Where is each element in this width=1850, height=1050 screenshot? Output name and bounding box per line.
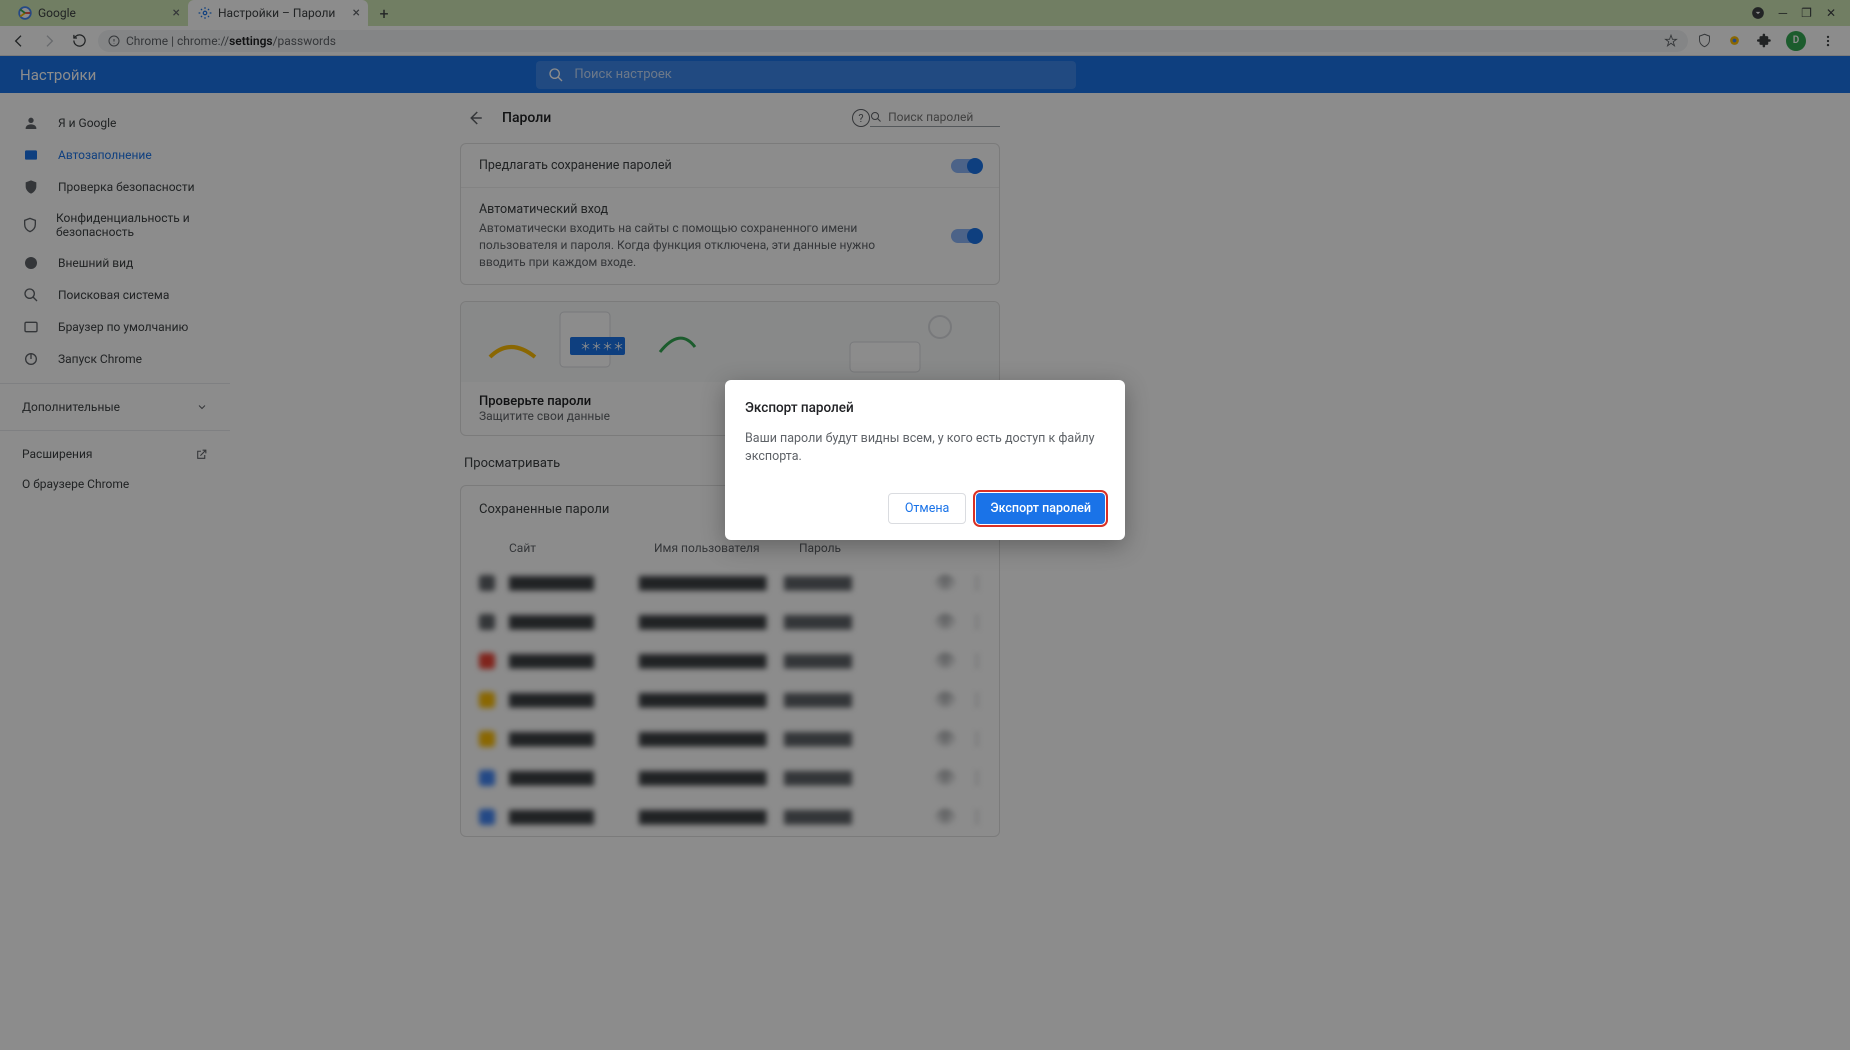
cancel-button[interactable]: Отмена: [888, 493, 967, 524]
export-passwords-button[interactable]: Экспорт паролей: [976, 493, 1105, 524]
modal-overlay: Экспорт паролей Ваши пароли будут видны …: [0, 0, 1850, 1050]
dialog-actions: Отмена Экспорт паролей: [745, 493, 1105, 524]
dialog-body: Ваши пароли будут видны всем, у кого ест…: [745, 430, 1105, 465]
dialog-title: Экспорт паролей: [745, 400, 1105, 416]
export-passwords-dialog: Экспорт паролей Ваши пароли будут видны …: [725, 380, 1125, 540]
